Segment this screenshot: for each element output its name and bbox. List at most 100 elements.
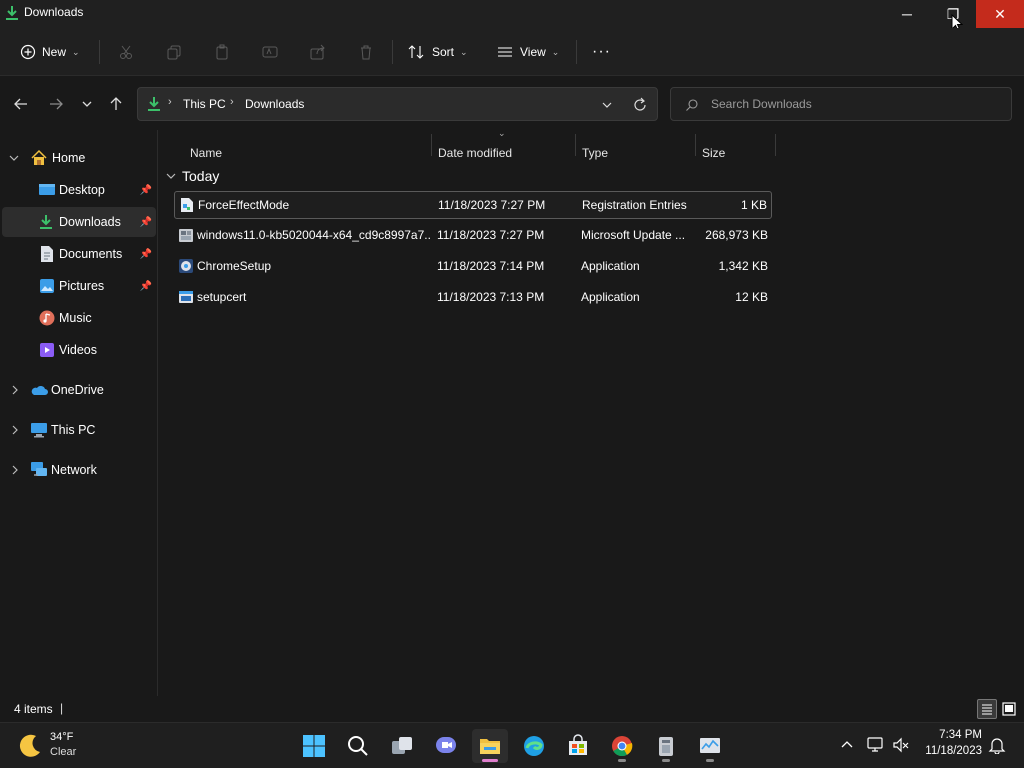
file-type: Application <box>581 259 640 273</box>
clock-time[interactable]: 7:34 PM <box>930 729 982 741</box>
forward-button[interactable] <box>44 92 68 116</box>
column-divider[interactable] <box>695 134 696 156</box>
volume-muted-icon[interactable] <box>892 736 910 754</box>
chevron-right-icon[interactable] <box>10 465 20 475</box>
copy-button[interactable] <box>166 38 182 66</box>
column-header-date-modified[interactable]: Date modified <box>438 138 574 168</box>
edge-icon <box>524 736 544 756</box>
sort-button[interactable]: Sort ⌄ <box>408 38 468 66</box>
sidebar-item-onedrive[interactable]: OneDrive <box>2 375 156 405</box>
cloud-icon <box>31 385 48 395</box>
file-date: 11/18/2023 7:13 PM <box>437 290 545 304</box>
sidebar-item-label: Desktop <box>59 183 105 197</box>
monitor-chart-icon <box>700 738 720 753</box>
edge-button[interactable] <box>516 729 552 763</box>
chat-icon <box>436 737 456 753</box>
column-divider[interactable] <box>775 134 776 156</box>
command-bar: New ⌄ Sort ⌄ View ⌄ ··· <box>0 28 1024 76</box>
window-title: Downloads <box>24 5 84 19</box>
table-row[interactable]: setupcert 11/18/2023 7:13 PM Application… <box>174 284 772 312</box>
new-button[interactable]: New ⌄ <box>20 38 80 66</box>
teams-chat-button[interactable] <box>428 729 464 763</box>
chevron-right-icon[interactable] <box>10 385 20 395</box>
search-button[interactable] <box>340 729 376 763</box>
sidebar-item-this-pc[interactable]: This PC <box>2 415 156 445</box>
view-button[interactable]: View ⌄ <box>496 38 559 66</box>
tiles-view-icon <box>1002 702 1016 716</box>
chevron-right-icon[interactable] <box>10 425 20 435</box>
column-header-name[interactable]: Name <box>190 138 430 168</box>
details-view-button[interactable] <box>977 699 997 719</box>
chevron-up-icon[interactable] <box>840 738 854 752</box>
notification-bell-icon[interactable] <box>988 736 1006 754</box>
start-button[interactable] <box>296 729 332 763</box>
sidebar-item-label: OneDrive <box>51 383 104 397</box>
sidebar-item-network[interactable]: Network <box>2 455 156 485</box>
sidebar-item-label: Videos <box>59 343 97 357</box>
sidebar-item-music[interactable]: Music <box>2 303 156 333</box>
trash-icon <box>361 45 371 60</box>
search-box[interactable]: Search Downloads <box>670 87 1012 121</box>
view-icon <box>498 47 512 57</box>
weather-widget[interactable]: 34°F Clear <box>16 731 106 763</box>
update-package-icon <box>179 229 193 242</box>
more-options-button[interactable]: ··· <box>592 38 611 66</box>
paste-button[interactable] <box>214 38 230 66</box>
rename-button[interactable] <box>262 38 278 66</box>
minimize-button[interactable]: ─ <box>884 0 930 28</box>
store-button[interactable] <box>560 729 596 763</box>
running-indicator <box>618 759 626 762</box>
refresh-icon[interactable] <box>632 97 648 113</box>
column-header-type[interactable]: Type <box>582 138 694 168</box>
pin-icon: 📌 <box>139 280 152 292</box>
back-button[interactable] <box>9 92 33 116</box>
sidebar-item-documents[interactable]: Documents 📌 <box>2 239 156 269</box>
network-status-icon[interactable] <box>866 736 884 754</box>
cut-button[interactable] <box>118 38 134 66</box>
sort-icon <box>408 45 424 59</box>
resource-monitor-button[interactable] <box>692 729 728 763</box>
new-label: New <box>42 45 67 59</box>
sidebar-item-videos[interactable]: Videos <box>2 335 156 365</box>
file-name: ChromeSetup <box>197 259 272 273</box>
application-icon <box>179 291 193 303</box>
sidebar-item-desktop[interactable]: Desktop 📌 <box>2 175 156 205</box>
breadcrumb-this-pc[interactable]: This PC <box>183 97 226 111</box>
share-button[interactable] <box>310 38 326 66</box>
table-row[interactable]: ChromeSetup 11/18/2023 7:14 PM Applicati… <box>174 253 772 281</box>
pin-icon: 📌 <box>139 248 152 260</box>
address-bar[interactable]: › This PC › Downloads <box>137 87 658 121</box>
divider <box>99 40 100 64</box>
up-button[interactable] <box>104 92 128 116</box>
task-view-button[interactable] <box>384 729 420 763</box>
chevron-down-icon <box>82 101 92 107</box>
installer-taskbar-button[interactable] <box>648 729 684 763</box>
file-explorer-taskbar-button[interactable] <box>472 729 508 763</box>
column-header-size[interactable]: Size <box>702 138 774 168</box>
sidebar-item-downloads[interactable]: Downloads 📌 <box>2 207 156 237</box>
breadcrumb-downloads[interactable]: Downloads <box>245 97 304 111</box>
column-divider[interactable] <box>575 134 576 156</box>
windows-logo-icon <box>303 735 325 757</box>
chevron-down-icon: ⌄ <box>72 46 80 57</box>
chevron-down-icon[interactable] <box>9 153 19 163</box>
recent-locations-button[interactable] <box>75 92 99 116</box>
share-icon <box>310 44 325 60</box>
videos-icon <box>40 343 54 357</box>
column-divider[interactable] <box>431 134 432 156</box>
sidebar-item-home[interactable]: Home <box>2 143 156 173</box>
group-header-today[interactable]: Today <box>166 166 219 186</box>
table-row[interactable]: windows11.0-kb5020044-x64_cd9c8997a7... … <box>174 222 772 250</box>
pin-icon: 📌 <box>139 216 152 228</box>
sidebar-item-pictures[interactable]: Pictures 📌 <box>2 271 156 301</box>
chrome-button[interactable] <box>604 729 640 763</box>
search-icon <box>686 99 698 111</box>
file-list: Name ⌄ Date modified Type Size Today For… <box>160 128 1024 696</box>
chevron-down-icon[interactable] <box>600 98 614 112</box>
active-indicator <box>482 759 498 762</box>
clock-date[interactable]: 11/18/2023 <box>922 745 982 757</box>
tiles-view-button[interactable] <box>999 699 1019 719</box>
close-button[interactable]: ✕ <box>976 0 1024 28</box>
delete-button[interactable] <box>358 38 374 66</box>
table-row[interactable]: ForceEffectMode 11/18/2023 7:27 PM Regis… <box>174 191 772 219</box>
